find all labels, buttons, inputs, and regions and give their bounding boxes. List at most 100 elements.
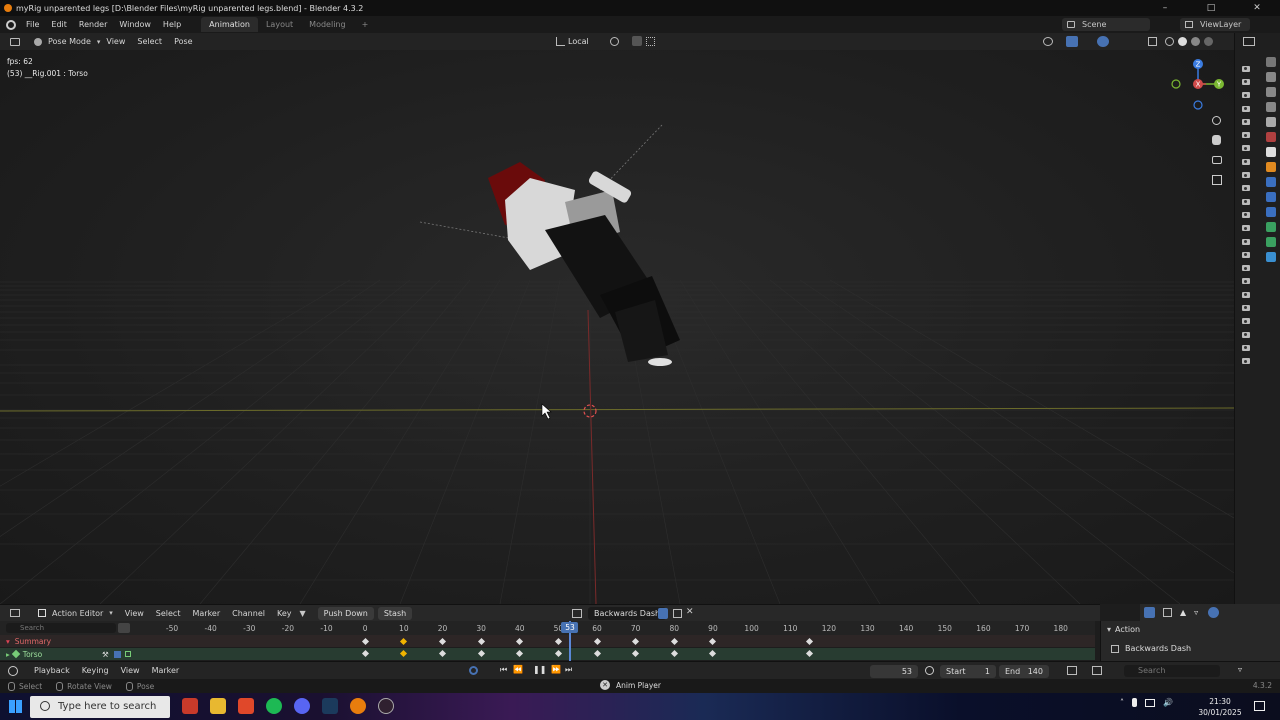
torso-keyframe[interactable] xyxy=(554,649,562,658)
filter-dropdown-icon[interactable]: ▼ xyxy=(299,609,305,618)
tray-chevron-icon[interactable]: ˄ xyxy=(1120,698,1124,707)
camera-visibility-icon[interactable] xyxy=(1242,265,1250,272)
outliner-row[interactable] xyxy=(1240,301,1252,314)
camera-visibility-icon[interactable] xyxy=(1242,145,1250,152)
world-tab-icon[interactable] xyxy=(1266,132,1276,142)
microphone-icon[interactable] xyxy=(1132,698,1137,707)
tab-layout[interactable]: Layout xyxy=(258,17,301,32)
camera-visibility-icon[interactable] xyxy=(1242,185,1250,192)
torso-keyframe[interactable] xyxy=(670,649,678,658)
outliner-row[interactable] xyxy=(1240,155,1252,168)
view-toggle-icon[interactable] xyxy=(1067,666,1077,675)
swap-channels-icon[interactable] xyxy=(118,623,130,633)
summary-keyframe[interactable] xyxy=(554,637,562,646)
camera-visibility-icon[interactable] xyxy=(1242,132,1250,139)
particles-tab-icon[interactable] xyxy=(1266,192,1276,202)
blender-menu-icon[interactable] xyxy=(6,19,16,30)
display-mode-icon[interactable] xyxy=(1092,666,1102,675)
outliner-row[interactable] xyxy=(1240,222,1252,235)
menu-key[interactable]: Key xyxy=(271,609,298,618)
editor-mode-selector[interactable]: Action Editor xyxy=(46,609,109,618)
outliner-row[interactable] xyxy=(1240,275,1252,288)
duplicate-action-icon[interactable] xyxy=(673,609,682,618)
menu-view[interactable]: View xyxy=(115,666,146,675)
camera-visibility-icon[interactable] xyxy=(1242,331,1250,338)
camera-visibility-icon[interactable] xyxy=(1242,304,1250,311)
camera-visibility-icon[interactable] xyxy=(1242,358,1250,365)
camera-visibility-icon[interactable] xyxy=(1242,105,1250,112)
outliner-row[interactable] xyxy=(1240,182,1252,195)
camera-visibility-icon[interactable] xyxy=(1242,344,1250,351)
close-icon[interactable]: ✕ xyxy=(1234,0,1280,16)
overlay-toggle-icon[interactable] xyxy=(1097,36,1109,47)
sidebar-search-input[interactable]: Search xyxy=(1124,665,1220,677)
object-tab-icon[interactable] xyxy=(1266,162,1276,172)
output-tab-icon[interactable] xyxy=(1266,87,1276,97)
scene-tab-icon[interactable] xyxy=(1266,117,1276,127)
menu-window[interactable]: Window xyxy=(113,20,157,29)
outliner-row[interactable] xyxy=(1240,355,1252,368)
menu-view[interactable]: View xyxy=(119,609,150,618)
data-tab-icon[interactable] xyxy=(1266,237,1276,247)
pan-hand-icon[interactable] xyxy=(1212,135,1221,145)
volume-icon[interactable]: 🔊 xyxy=(1163,698,1173,707)
menu-select[interactable]: Select xyxy=(131,37,168,46)
scene-selector[interactable]: Scene xyxy=(1062,18,1150,31)
summary-keyframe[interactable] xyxy=(806,637,814,646)
torso-keyframe[interactable] xyxy=(477,649,485,658)
outliner-row[interactable] xyxy=(1240,102,1252,115)
proportional-edit-icon[interactable] xyxy=(646,37,655,46)
physics-tab-icon[interactable] xyxy=(1266,207,1276,217)
camera-visibility-icon[interactable] xyxy=(1242,65,1250,72)
visibility-icon[interactable] xyxy=(1043,37,1053,46)
camera-visibility-icon[interactable] xyxy=(1242,251,1250,258)
current-frame-field[interactable]: 53 xyxy=(870,665,918,678)
camera-visibility-icon[interactable] xyxy=(1242,238,1250,245)
action-browse-icon[interactable] xyxy=(572,609,582,618)
torso-keyframe[interactable] xyxy=(516,649,524,658)
action-panel-name[interactable]: Backwards Dash xyxy=(1125,644,1191,653)
solid-shading-icon[interactable] xyxy=(1178,37,1187,46)
menu-edit[interactable]: Edit xyxy=(45,20,73,29)
action-name-field[interactable]: Backwards Dash xyxy=(588,607,667,620)
menu-channel[interactable]: Channel xyxy=(226,609,271,618)
view-layer-selector[interactable]: ViewLayer xyxy=(1180,18,1250,31)
camera-visibility-icon[interactable] xyxy=(1242,278,1250,285)
outliner-row[interactable] xyxy=(1240,288,1252,301)
summary-keyframe[interactable] xyxy=(709,637,717,646)
outliner-row[interactable] xyxy=(1240,341,1252,354)
outliner-row[interactable] xyxy=(1240,248,1252,261)
outliner-header-icon[interactable] xyxy=(1243,37,1255,46)
render-tab-icon[interactable] xyxy=(1266,72,1276,82)
3d-viewport[interactable]: fps: 62 (53) __Rig.001 : Torso Z X Y xyxy=(0,50,1234,604)
gizmo-neg-z-icon[interactable] xyxy=(1193,100,1203,110)
start-frame-field[interactable]: Start 1 xyxy=(940,665,996,678)
funnel-icon[interactable]: ▿ xyxy=(1194,608,1198,617)
summary-keyframe[interactable] xyxy=(438,637,447,646)
app-icon[interactable] xyxy=(182,698,198,714)
orientation-selector[interactable]: Local xyxy=(568,37,589,46)
notifications-icon[interactable] xyxy=(1254,701,1265,711)
push-down-button[interactable]: Push Down xyxy=(317,606,374,620)
menu-view[interactable]: View xyxy=(100,37,131,46)
end-frame-field[interactable]: End 140 xyxy=(999,665,1049,678)
warning-icon[interactable]: ▲ xyxy=(1180,608,1186,617)
torso-keyframe[interactable] xyxy=(593,649,601,658)
navigation-gizmo[interactable]: Z X Y xyxy=(1168,56,1228,116)
minimize-icon[interactable]: – xyxy=(1142,0,1188,16)
summary-keyframe[interactable] xyxy=(477,637,485,646)
brave-browser-icon[interactable] xyxy=(238,698,254,714)
gizmo-toggle-icon[interactable] xyxy=(1066,36,1078,47)
camera-view-icon[interactable] xyxy=(1212,156,1222,164)
editor-type-icon[interactable] xyxy=(10,37,20,46)
chevron-down-icon[interactable]: ▾ xyxy=(1107,625,1111,634)
material-shading-icon[interactable] xyxy=(1191,37,1200,46)
outliner-row[interactable] xyxy=(1240,89,1252,102)
jump-keyframe-back-icon[interactable]: ⏪ xyxy=(513,665,523,674)
file-explorer-icon[interactable] xyxy=(210,698,226,714)
clock[interactable]: 21:30 30/01/2025 xyxy=(1196,696,1244,718)
outliner-row[interactable] xyxy=(1240,195,1252,208)
mode-selector[interactable]: Pose Mode xyxy=(42,37,97,46)
blender-taskbar-icon[interactable] xyxy=(350,698,366,714)
xray-icon[interactable] xyxy=(1148,37,1157,46)
